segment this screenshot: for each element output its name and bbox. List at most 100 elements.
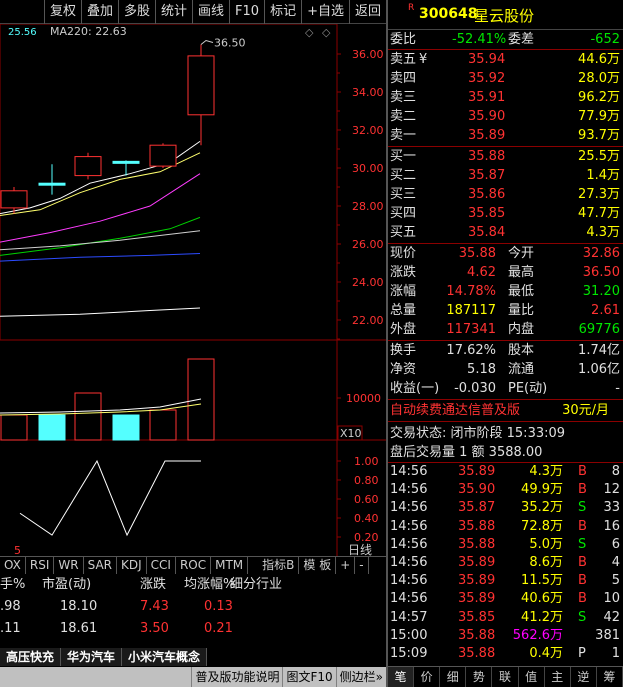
tick-time: 14:56: [390, 482, 428, 498]
panel-tab-8[interactable]: 筹: [597, 667, 623, 687]
tick-side: B: [578, 591, 587, 607]
sector-header-cell: 涨跌: [140, 577, 167, 592]
indicator-tab-3[interactable]: SAR: [84, 557, 117, 574]
ad-text[interactable]: 自动续费通达信普及版: [390, 401, 520, 420]
trade-tick-row[interactable]: 15:09 35.88 0.4万 P 1: [388, 645, 623, 663]
sell-order-row[interactable]: 卖四 35.92 28.0万: [388, 69, 623, 88]
indicator-tab-5[interactable]: CCI: [147, 557, 176, 574]
fund-row: 净资 5.18 流通 1.06亿: [388, 360, 623, 379]
toolbar-button-0[interactable]: 复权: [43, 0, 81, 24]
sector-cell: 3.50: [140, 621, 169, 636]
day-line-label: 日线: [348, 543, 372, 556]
panel-tab-0[interactable]: 笔: [388, 667, 415, 687]
toolbar-button-3[interactable]: 统计: [155, 0, 192, 24]
quote-label: 涨跌: [390, 265, 417, 280]
quote-label: 今开: [508, 246, 535, 261]
indicator-tab-10[interactable]: +: [336, 557, 356, 574]
trade-tick-row[interactable]: 14:56 35.87 35.2万 S 33: [388, 499, 623, 517]
toolbar-button-2[interactable]: 多股: [117, 0, 155, 24]
volume-bar: [74, 392, 102, 441]
sell-order-row[interactable]: 卖五 ¥35.94 44.6万: [388, 50, 623, 69]
order-label: 卖五: [390, 52, 417, 67]
toolbar-button-6[interactable]: 标记: [264, 0, 301, 24]
panel-tab-4[interactable]: 联: [492, 667, 519, 687]
buy-order-row[interactable]: 买五 35.84 4.3万: [388, 223, 623, 242]
tick-time: 15:09: [390, 646, 428, 661]
order-price: 35.90: [468, 109, 506, 124]
sell-order-row[interactable]: 卖二 35.90 77.9万: [388, 107, 623, 126]
toolbar-button-7[interactable]: +自选: [301, 0, 349, 24]
trade-tick-row[interactable]: 14:56 35.89 40.6万 B 10: [388, 590, 623, 608]
panel-tab-7[interactable]: 逆: [571, 667, 597, 687]
tick-side: B: [578, 555, 587, 570]
indicator-tab-9[interactable]: 模 板: [299, 557, 337, 574]
tick-side: P: [578, 646, 586, 661]
indicator-tab-6[interactable]: ROC: [176, 557, 212, 574]
fund-label: PE(动): [508, 381, 548, 396]
indicator-tick-label: 0.60: [354, 493, 379, 506]
toolbar-button-4[interactable]: 画线: [192, 0, 229, 24]
sell-order-row[interactable]: 卖三 35.91 96.2万: [388, 88, 623, 107]
tick-side: S: [578, 609, 587, 625]
panel-tab-6[interactable]: 主: [545, 667, 571, 687]
ma-value-text: 25.56: [8, 27, 37, 38]
toolbar-button-8[interactable]: 返回: [348, 0, 386, 24]
fund-value: -: [615, 381, 620, 396]
trade-tick-row[interactable]: 14:56 35.88 72.8万 B 16: [388, 518, 623, 536]
r-mark: R: [408, 3, 415, 13]
indicator-tab-1[interactable]: RSI: [26, 557, 55, 574]
concept-tab-2[interactable]: 小米汽车概念: [122, 648, 208, 666]
panel-tab-5[interactable]: 值: [519, 667, 545, 687]
weicha-label: 委差: [508, 32, 535, 47]
sector-cell: 0.13: [204, 599, 233, 614]
ad-price[interactable]: 30元/月: [562, 401, 609, 420]
indicator-tab-2[interactable]: WR: [54, 557, 84, 574]
panel-tab-1[interactable]: 价: [414, 667, 441, 687]
tick-volume: 11.5万: [521, 573, 563, 589]
price-pane: [0, 23, 338, 341]
chart-area[interactable]: 25.56 MA220: 22.63 ◇ ◇ 36.00 34.00 32.00 30.00 2…: [0, 23, 386, 560]
trade-tick-row[interactable]: 14:56 35.89 8.6万 B 4: [388, 554, 623, 572]
toolbar-button-5[interactable]: F10: [229, 0, 264, 24]
trade-tick-row[interactable]: 14:56 35.88 5.0万 S 6: [388, 536, 623, 554]
trade-tick-row[interactable]: 14:56 35.90 49.9万 B 12: [388, 481, 623, 499]
status-item-0[interactable]: 普及版功能说明: [191, 667, 282, 687]
kline-chart[interactable]: 25.56 MA220: 22.63 ◇ ◇ 36.00 34.00 32.00 30.00 2…: [0, 23, 386, 557]
order-label: 卖三: [390, 90, 417, 105]
concept-tab-1[interactable]: 华为汽车: [61, 648, 123, 666]
status-item-2[interactable]: 侧边栏»: [335, 667, 386, 687]
indicator-tab-4[interactable]: KDJ: [117, 557, 147, 574]
sector-row[interactable]: .98 18.10 7.43 0.13: [0, 596, 386, 618]
panel-tab-3[interactable]: 势: [466, 667, 493, 687]
buy-order-row[interactable]: 买三 35.86 27.3万: [388, 185, 623, 204]
sector-cell: 7.43: [140, 599, 169, 614]
order-label: 买四: [390, 206, 417, 221]
price-tick-label: 26.00: [352, 238, 384, 251]
volume-bar: [112, 414, 140, 441]
tick-volume: 72.8万: [521, 518, 563, 534]
buy-order-row[interactable]: 买一 35.88 25.5万: [388, 147, 623, 166]
status-item-1[interactable]: 图文F10: [282, 667, 335, 687]
sell-order-row[interactable]: 卖一 35.89 93.7万: [388, 126, 623, 145]
indicator-tab-0[interactable]: OX: [0, 557, 26, 574]
trade-tick-row[interactable]: 15:00 35.88 562.6万 381: [388, 627, 623, 645]
trade-tick-row[interactable]: 14:56 35.89 4.3万 B 8: [388, 463, 623, 481]
indicator-tab-11[interactable]: -: [355, 557, 369, 574]
indicator-tab-7[interactable]: MTM: [211, 557, 249, 574]
buy-order-row[interactable]: 买四 35.85 47.7万: [388, 204, 623, 223]
trade-tick-row[interactable]: 14:57 35.85 41.2万 S 42: [388, 609, 623, 627]
sector-row[interactable]: .11 18.61 3.50 0.21: [0, 618, 386, 640]
order-price: 35.89: [468, 128, 506, 143]
buy-order-row[interactable]: 买二 35.87 1.4万: [388, 166, 623, 185]
tick-price: 35.88: [458, 518, 496, 534]
indicator-tab-8[interactable]: 指标B: [258, 557, 300, 574]
toolbar-button-1[interactable]: 叠加: [80, 0, 118, 24]
indicator-tick-label: 1.00: [354, 455, 379, 468]
concept-tab-0[interactable]: 高压快充: [0, 648, 62, 666]
concept-tabs: 高压快充 华为汽车 小米汽车概念: [0, 648, 386, 666]
panel-tab-2[interactable]: 细: [440, 667, 467, 687]
quote-value: 187117: [446, 303, 496, 318]
ad-banner[interactable]: 自动续费通达信普及版 30元/月: [388, 401, 623, 420]
tick-count: 381: [595, 627, 620, 643]
trade-tick-row[interactable]: 14:56 35.89 11.5万 B 5: [388, 572, 623, 590]
